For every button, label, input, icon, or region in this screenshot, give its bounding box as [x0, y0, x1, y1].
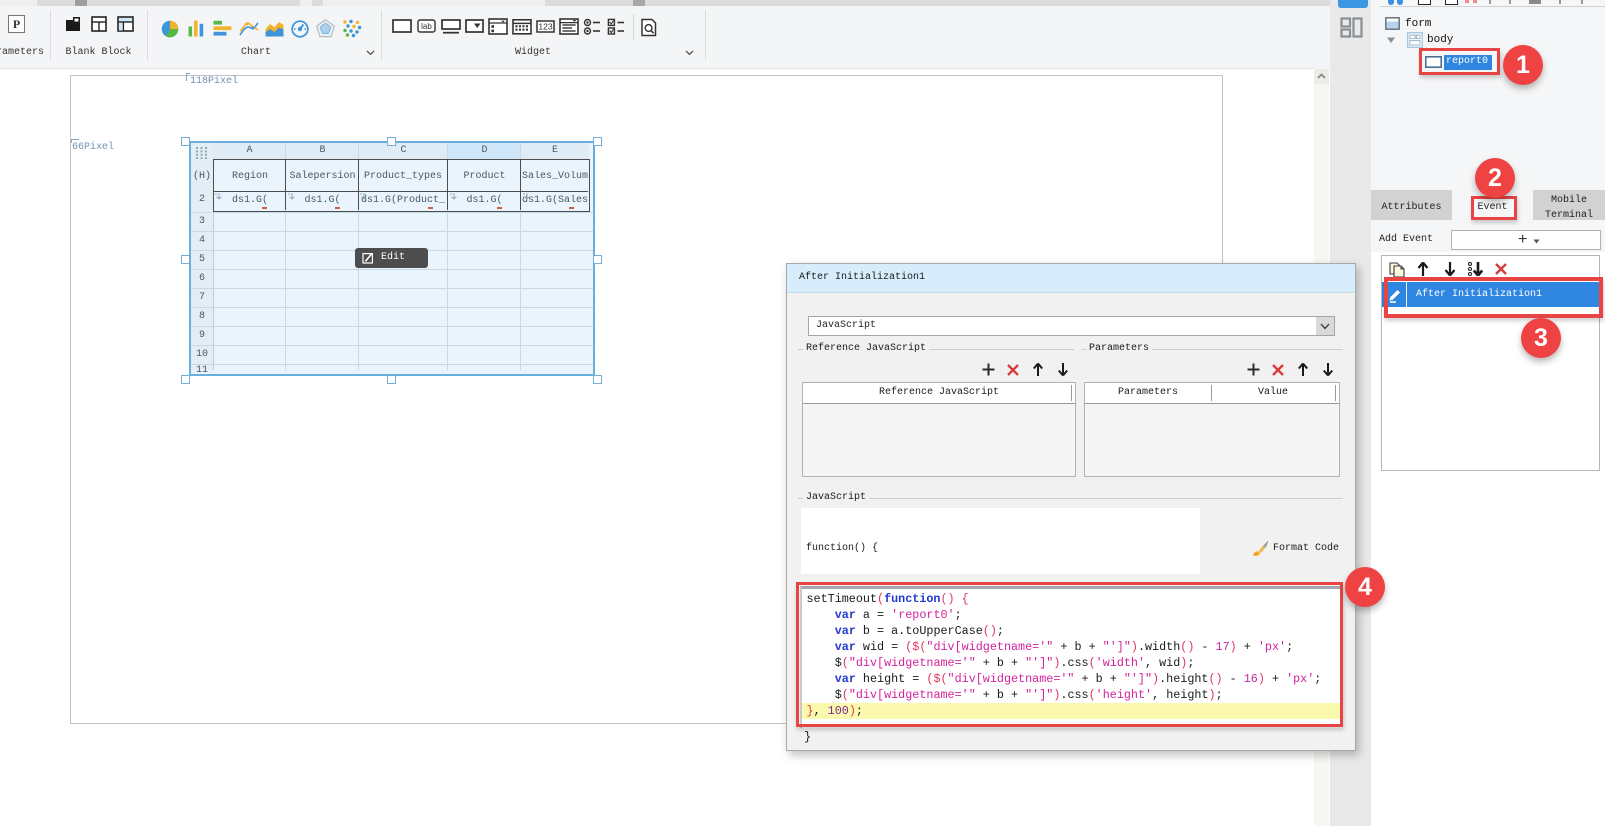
- svg-text:lab: lab: [421, 22, 432, 31]
- svg-text:123: 123: [538, 22, 553, 32]
